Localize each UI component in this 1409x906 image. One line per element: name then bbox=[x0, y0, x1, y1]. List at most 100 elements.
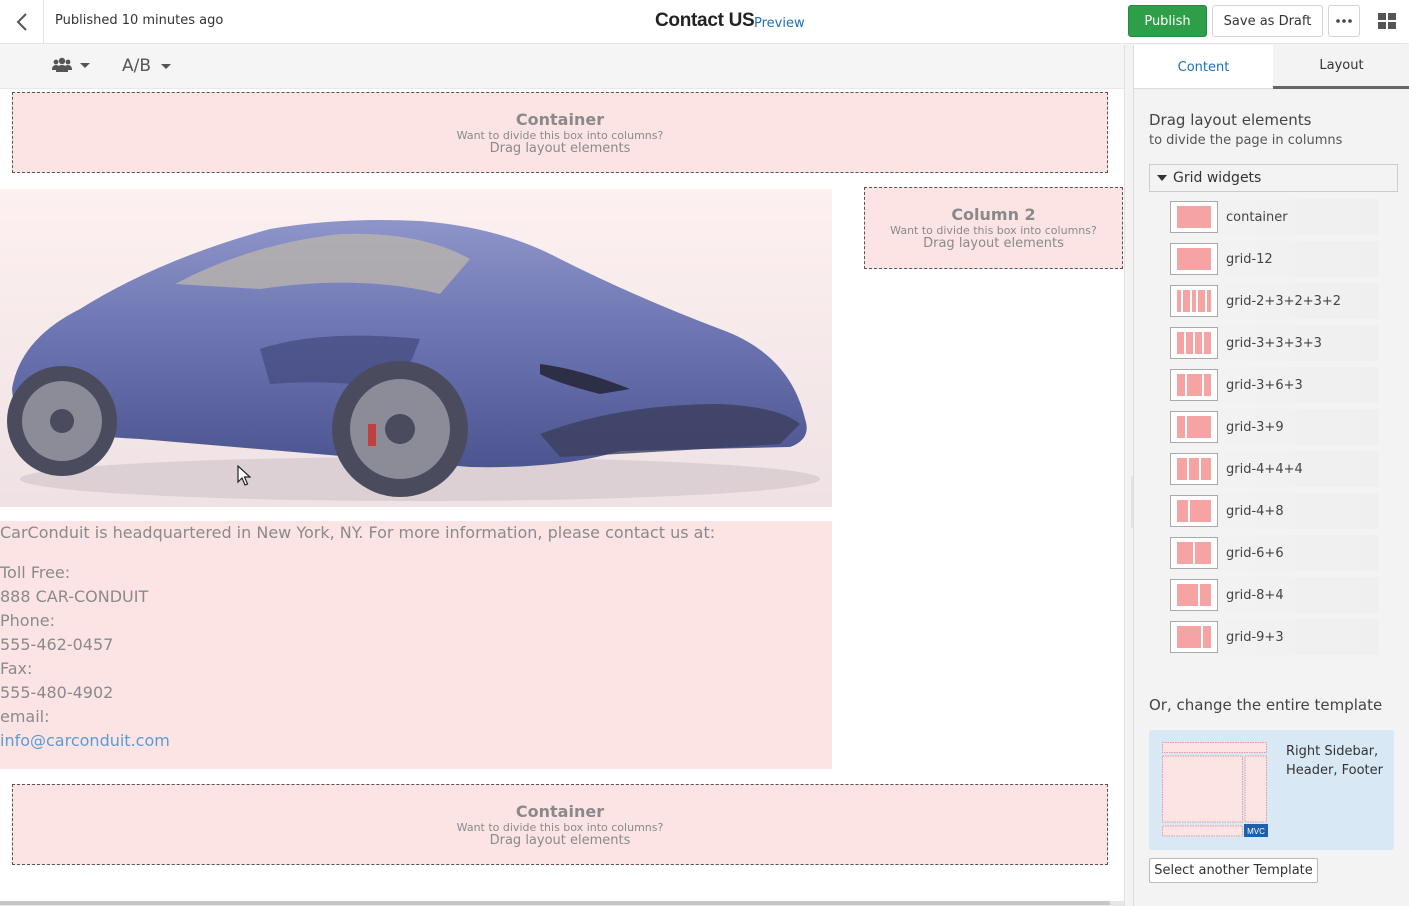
contact-line: 555-480-4902 bbox=[0, 683, 114, 702]
widget-grid-3+9[interactable]: grid-3+9 bbox=[1170, 409, 1378, 445]
widget-label: grid-3+6+3 bbox=[1226, 377, 1303, 393]
container-drop-zone-top[interactable]: Container Want to divide this box into c… bbox=[12, 92, 1108, 173]
grid-apps-icon bbox=[1378, 13, 1396, 29]
template-layout-icon: MVC bbox=[1162, 742, 1268, 837]
template-name-line: Header, Footer bbox=[1286, 763, 1383, 778]
panel-tabs: Content Layout bbox=[1134, 45, 1409, 89]
grid-layout-icon bbox=[1170, 621, 1218, 653]
ab-test-dropdown[interactable]: A/B bbox=[122, 56, 172, 76]
widget-grid-4+8[interactable]: grid-4+8 bbox=[1170, 493, 1378, 529]
widget-label: grid-3+9 bbox=[1226, 419, 1284, 435]
grid-column-block bbox=[1177, 248, 1211, 270]
change-template-label: Or, change the entire template bbox=[1149, 696, 1383, 714]
contact-line: 888 CAR-CONDUIT bbox=[0, 587, 149, 606]
right-panel: Content Layout Drag layout elements to d… bbox=[1133, 45, 1409, 906]
caret-down-icon bbox=[1157, 175, 1167, 181]
widget-label: grid-12 bbox=[1226, 251, 1273, 267]
contact-line: email: bbox=[0, 707, 50, 726]
template-name: Right Sidebar, Header, Footer bbox=[1286, 742, 1383, 780]
page-canvas: Container Want to divide this box into c… bbox=[0, 89, 1124, 906]
drop-zone-action: Drag layout elements bbox=[489, 833, 631, 848]
intro-text: CarConduit is headquartered in New York,… bbox=[0, 523, 716, 542]
grid-column-block bbox=[1177, 206, 1211, 228]
panel-title: Drag layout elements bbox=[1149, 111, 1312, 129]
widget-container[interactable]: container bbox=[1170, 199, 1378, 235]
persona-dropdown[interactable] bbox=[52, 57, 90, 73]
widget-grid-12[interactable]: grid-12 bbox=[1170, 241, 1378, 277]
widget-grid-4+4+4[interactable]: grid-4+4+4 bbox=[1170, 451, 1378, 487]
container-drop-zone-bottom[interactable]: Container Want to divide this box into c… bbox=[12, 784, 1108, 865]
widget-grid-8+4[interactable]: grid-8+4 bbox=[1170, 577, 1378, 613]
grid-layout-icon bbox=[1170, 579, 1218, 611]
contact-text-block: CarConduit is headquartered in New York,… bbox=[0, 521, 832, 769]
grid-column-block bbox=[1198, 290, 1205, 312]
grid-layout-icon bbox=[1170, 243, 1218, 275]
grid-column-block bbox=[1201, 458, 1211, 480]
chevron-down-icon bbox=[161, 63, 172, 69]
select-template-button[interactable]: Select another Template bbox=[1149, 858, 1318, 883]
column-2-drop-zone[interactable]: Column 2 Want to divide this box into co… bbox=[864, 187, 1123, 269]
grid-column-block bbox=[1204, 332, 1211, 354]
apps-menu-button[interactable] bbox=[1372, 7, 1402, 35]
grid-column-block bbox=[1177, 290, 1182, 312]
ellipsis-icon bbox=[1336, 19, 1352, 23]
top-bar: Published 10 minutes ago Contact US Prev… bbox=[0, 0, 1409, 44]
car-image-graphic bbox=[0, 189, 832, 507]
tab-layout[interactable]: Layout bbox=[1273, 45, 1409, 89]
grid-column-block bbox=[1177, 458, 1187, 480]
grid-layout-icon bbox=[1170, 285, 1218, 317]
horizontal-scrollbar-thumb[interactable] bbox=[0, 901, 1110, 905]
grid-column-block bbox=[1189, 458, 1199, 480]
contact-line: 555-462-0457 bbox=[0, 635, 114, 654]
grid-column-block bbox=[1200, 584, 1211, 606]
widget-label: grid-9+3 bbox=[1226, 629, 1284, 645]
email-link[interactable]: info@carconduit.com bbox=[0, 731, 170, 750]
grid-column-block bbox=[1186, 374, 1202, 396]
mvc-badge: MVC bbox=[1247, 827, 1265, 836]
save-draft-button[interactable]: Save as Draft bbox=[1212, 5, 1323, 37]
grid-widgets-toggle[interactable]: Grid widgets bbox=[1149, 164, 1398, 192]
grid-column-block bbox=[1177, 500, 1188, 522]
publish-button[interactable]: Publish bbox=[1128, 5, 1207, 37]
grid-column-block bbox=[1203, 626, 1211, 648]
publish-status: Published 10 minutes ago bbox=[55, 13, 224, 28]
widget-grid-9+3[interactable]: grid-9+3 bbox=[1170, 619, 1378, 655]
grid-column-block bbox=[1195, 542, 1211, 564]
template-name-line: Right Sidebar, bbox=[1286, 744, 1379, 759]
users-icon bbox=[52, 57, 72, 72]
grid-column-block bbox=[1177, 542, 1193, 564]
grid-column-block bbox=[1177, 332, 1184, 354]
grid-layout-icon bbox=[1170, 537, 1218, 569]
contact-line: Toll Free: bbox=[0, 563, 71, 582]
widget-label: grid-6+6 bbox=[1226, 545, 1284, 561]
mouse-cursor-icon bbox=[237, 465, 251, 486]
grid-column-block bbox=[1183, 290, 1190, 312]
widget-grid-2+3+2+3+2[interactable]: grid-2+3+2+3+2 bbox=[1170, 283, 1378, 319]
preview-link[interactable]: Preview bbox=[754, 16, 805, 31]
grid-column-block bbox=[1189, 500, 1211, 522]
grid-column-block bbox=[1187, 416, 1211, 438]
grid-column-block bbox=[1186, 332, 1193, 354]
grid-layout-icon bbox=[1170, 201, 1218, 233]
widget-grid-3+6+3[interactable]: grid-3+6+3 bbox=[1170, 367, 1378, 403]
widget-label: grid-2+3+2+3+2 bbox=[1226, 293, 1342, 309]
grid-widgets-label: Grid widgets bbox=[1173, 170, 1262, 186]
grid-column-block bbox=[1195, 332, 1202, 354]
drop-zone-title: Column 2 bbox=[951, 205, 1036, 224]
template-card[interactable]: MVC Right Sidebar, Header, Footer bbox=[1149, 730, 1394, 850]
grid-column-block bbox=[1177, 584, 1199, 606]
grid-layout-icon bbox=[1170, 453, 1218, 485]
widget-label: grid-3+3+3+3 bbox=[1226, 335, 1322, 351]
widget-grid-3+3+3+3[interactable]: grid-3+3+3+3 bbox=[1170, 325, 1378, 361]
drop-zone-action: Drag layout elements bbox=[489, 141, 631, 156]
page-title: Contact US bbox=[655, 10, 755, 31]
car-image[interactable] bbox=[0, 189, 832, 507]
widget-label: grid-8+4 bbox=[1226, 587, 1284, 603]
chevron-left-icon bbox=[16, 13, 27, 31]
more-options-button[interactable] bbox=[1328, 5, 1360, 37]
back-button[interactable] bbox=[0, 0, 44, 44]
grid-layout-icon bbox=[1170, 327, 1218, 359]
tab-content[interactable]: Content bbox=[1134, 45, 1273, 89]
widget-grid-6+6[interactable]: grid-6+6 bbox=[1170, 535, 1378, 571]
panel-subtitle: to divide the page in columns bbox=[1149, 133, 1343, 148]
